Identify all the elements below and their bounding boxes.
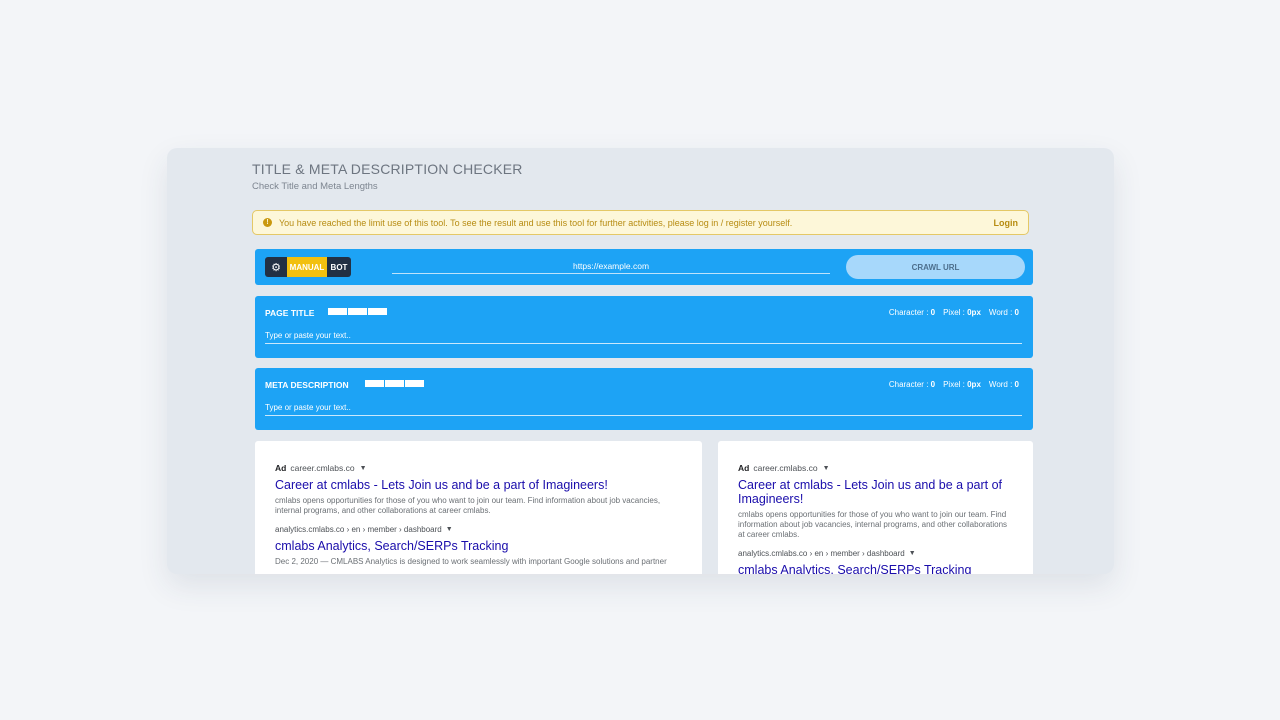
result-title[interactable]: cmlabs Analytics, Search/SERPs Tracking	[275, 539, 682, 553]
ad-line: Ad career.cmlabs.co ▼	[275, 463, 682, 473]
ad-title[interactable]: Career at cmlabs - Lets Join us and be a…	[738, 478, 1013, 506]
alert-message: You have reached the limit use of this t…	[279, 217, 793, 228]
meta-description-input[interactable]	[265, 399, 1022, 416]
caret-down-icon: ▼	[445, 526, 453, 533]
ad-domain: career.cmlabs.co	[290, 463, 355, 473]
meta-length-meter	[365, 380, 424, 387]
meter-segment	[385, 380, 404, 387]
serp-preview-mobile: Ad career.cmlabs.co ▼ Career at cmlabs -…	[718, 441, 1033, 574]
title-character-count: Character : 0	[888, 308, 936, 317]
url-input[interactable]	[392, 259, 830, 274]
meta-stats: Character : 0 Pixel : 0px Word : 0	[889, 380, 1019, 389]
page-title: TITLE & META DESCRIPTION CHECKER	[252, 161, 523, 177]
ad-line: Ad career.cmlabs.co ▼	[738, 463, 1013, 473]
crawl-bar: ⚙ MANUAL BOT CRAWL URL	[255, 249, 1033, 285]
ad-title[interactable]: Career at cmlabs - Lets Join us and be a…	[275, 478, 682, 492]
page-title-panel: PAGE TITLE Character : 0 Pixel : 0px Wor…	[255, 296, 1033, 358]
meter-segment	[405, 380, 424, 387]
tool-card: TITLE & META DESCRIPTION CHECKER Check T…	[167, 148, 1114, 574]
title-length-meter	[328, 308, 387, 315]
meta-character-count: Character : 0	[888, 380, 936, 389]
meta-description-label: META DESCRIPTION	[265, 380, 349, 390]
caret-down-icon: ▼	[822, 464, 830, 472]
page-title-label: PAGE TITLE	[265, 308, 315, 318]
gear-icon[interactable]: ⚙	[265, 257, 287, 277]
page-subtitle: Check Title and Meta Lengths	[252, 181, 378, 192]
page-title-input[interactable]	[265, 327, 1022, 344]
meter-segment	[348, 308, 367, 315]
caret-down-icon: ▼	[359, 464, 367, 472]
limit-alert: ! You have reached the limit use of this…	[252, 210, 1029, 235]
result-title[interactable]: cmlabs Analytics, Search/SERPs Tracking	[738, 563, 1013, 574]
meter-segment	[328, 308, 347, 315]
mode-toggle: ⚙ MANUAL BOT	[265, 257, 351, 277]
title-stats: Character : 0 Pixel : 0px Word : 0	[889, 308, 1019, 317]
meta-word-count: Word : 0	[988, 380, 1019, 389]
serp-preview-desktop: Ad career.cmlabs.co ▼ Career at cmlabs -…	[255, 441, 702, 574]
ad-tag: Ad	[738, 463, 750, 473]
crawl-url-button[interactable]: CRAWL URL	[846, 255, 1025, 279]
ad-description: cmlabs opens opportunities for those of …	[738, 510, 1008, 539]
exclamation-circle-icon: !	[263, 218, 272, 227]
ad-tag: Ad	[275, 463, 287, 473]
meta-pixel-count: Pixel : 0px	[943, 380, 981, 389]
meta-description-panel: META DESCRIPTION Character : 0 Pixel : 0…	[255, 368, 1033, 430]
caret-down-icon: ▼	[908, 550, 916, 557]
result-url: analytics.cmlabs.co › en › member › dash…	[738, 549, 916, 558]
login-link[interactable]: Login	[994, 218, 1019, 228]
ad-domain: career.cmlabs.co	[753, 463, 818, 473]
result-url: analytics.cmlabs.co › en › member › dash…	[275, 525, 453, 534]
ad-description: cmlabs opens opportunities for those of …	[275, 496, 661, 515]
tool-content: TITLE & META DESCRIPTION CHECKER Check T…	[252, 148, 1034, 574]
mode-bot-button[interactable]: BOT	[327, 257, 351, 277]
title-pixel-count: Pixel : 0px	[943, 308, 981, 317]
title-word-count: Word : 0	[988, 308, 1019, 317]
meter-segment	[365, 380, 384, 387]
mode-manual-button[interactable]: MANUAL	[287, 257, 327, 277]
meter-segment	[368, 308, 387, 315]
result-description: Dec 2, 2020 — CMLABS Analytics is design…	[275, 557, 667, 566]
